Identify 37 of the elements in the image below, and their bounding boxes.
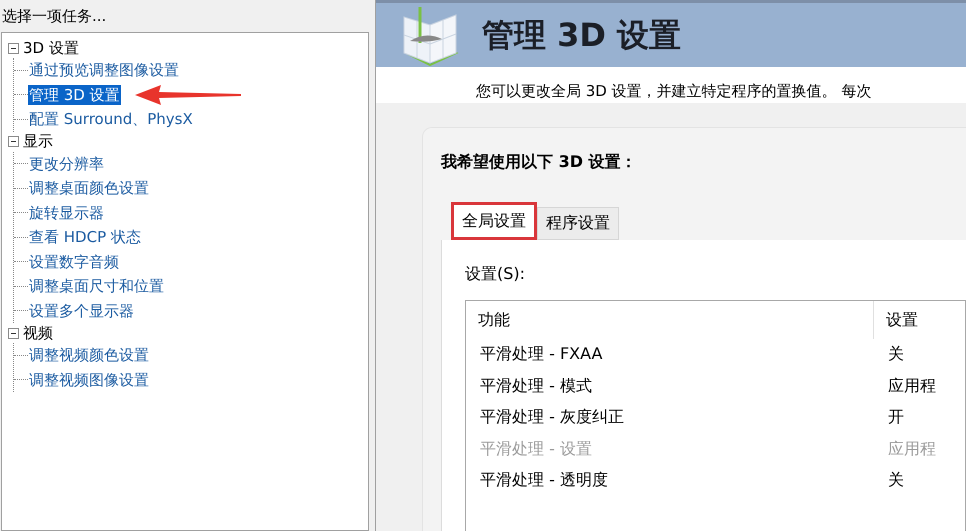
tree-item[interactable]: 旋转显示器 bbox=[28, 202, 105, 223]
table-cell: 应用程 bbox=[888, 438, 936, 458]
settings-label: 设置(S): bbox=[465, 262, 526, 284]
tree-item[interactable]: 管理 3D 设置 bbox=[28, 84, 121, 105]
table-cell: 平滑处理 - 模式 bbox=[480, 376, 592, 395]
page-title: 管理 3D 设置 bbox=[482, 15, 682, 56]
table-cell: 开 bbox=[888, 407, 904, 426]
task-panel-title: 选择一项任务... bbox=[1, 6, 108, 27]
tree-item[interactable]: 查看 HDCP 状态 bbox=[28, 227, 142, 248]
collapse-icon[interactable] bbox=[8, 328, 19, 338]
tree-item[interactable]: 更改分辨率 bbox=[28, 154, 105, 174]
section-title: 我希望使用以下 3D 设置： bbox=[441, 150, 638, 172]
tree-item[interactable]: 调整桌面颜色设置 bbox=[28, 178, 150, 198]
tree-item[interactable]: 调整视频图像设置 bbox=[28, 370, 150, 390]
tree-node[interactable]: 视频 bbox=[23, 326, 53, 340]
tab[interactable]: 全局设置 bbox=[451, 202, 537, 240]
tree-node[interactable]: 显示 bbox=[23, 134, 53, 149]
tree-item[interactable]: 设置数字音频 bbox=[28, 252, 120, 272]
tree-item[interactable]: 通过预览调整图像设置 bbox=[28, 60, 180, 80]
table-cell: 平滑处理 - FXAA bbox=[480, 344, 602, 364]
tree-node[interactable]: 3D 设置 bbox=[23, 40, 79, 56]
table-cell: 应用程 bbox=[888, 376, 936, 395]
tree-item[interactable]: 设置多个显示器 bbox=[28, 300, 135, 321]
column-header[interactable]: 功能 bbox=[466, 300, 874, 338]
collapse-icon[interactable] bbox=[8, 42, 19, 54]
page-description: 您可以更改全局 3D 设置，并建立特定程序的置换值。 每次 bbox=[476, 81, 872, 102]
table-cell: 关 bbox=[888, 470, 904, 490]
table-cell: 平滑处理 - 透明度 bbox=[480, 470, 608, 490]
table-cell: 平滑处理 - 灰度纠正 bbox=[480, 407, 624, 426]
tab[interactable]: 程序设置 bbox=[537, 206, 619, 240]
tree-item[interactable]: 配置 Surround、PhysX bbox=[28, 109, 194, 130]
table-cell: 平滑处理 - 设置 bbox=[480, 438, 592, 458]
tree-item[interactable]: 调整桌面尺寸和位置 bbox=[28, 276, 165, 296]
column-header[interactable]: 设置 bbox=[874, 308, 918, 332]
table-cell: 关 bbox=[888, 344, 904, 364]
tree-item[interactable]: 调整视频颜色设置 bbox=[28, 345, 150, 366]
collapse-icon[interactable] bbox=[8, 136, 19, 147]
